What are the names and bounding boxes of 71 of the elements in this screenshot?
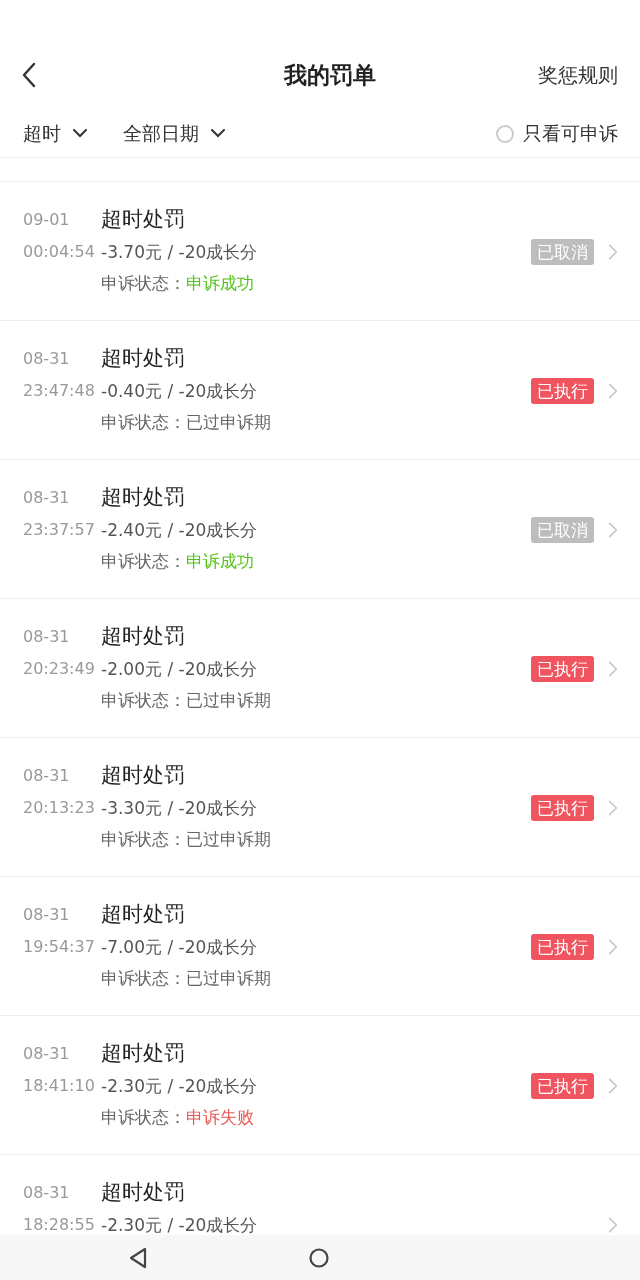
penalty-title: 超时处罚 [101,345,186,372]
rules-link[interactable]: 奖惩规则 [538,60,618,90]
status-badge: 已取消 [531,239,594,265]
page-title: 我的罚单 [282,60,377,90]
status-badge: 已取消 [531,517,594,543]
appeal-status: 申诉失败 [186,1106,254,1129]
status-badge: 已执行 [531,795,594,821]
penalty-time: 19:54:37 [23,936,96,958]
penalty-time: 18:28:55 [23,1214,96,1235]
penalty-time: 18:41:10 [23,1075,96,1097]
penalty-amount: -2.00元 / -20成长分 [101,658,259,681]
appeal-label: 申诉状态： [101,967,186,990]
chevron-right-icon [608,382,618,400]
penalty-date: 08-31 [23,487,71,509]
penalty-amount: -2.40元 / -20成长分 [101,519,259,542]
penalty-title: 超时处罚 [101,1179,186,1206]
penalty-title: 超时处罚 [101,1040,186,1067]
penalty-amount: -2.30元 / -20成长分 [101,1075,259,1098]
appeal-label: 申诉状态： [101,828,186,851]
chevron-down-icon [73,129,87,138]
chevron-right-icon [608,1077,618,1095]
chevron-right-icon [608,521,618,539]
penalty-amount: -0.40元 / -20成长分 [101,380,259,403]
filter-dropdown[interactable]: 全部日期 [123,119,225,148]
home-circle-icon[interactable] [309,1247,329,1268]
status-badge: 已执行 [531,934,594,960]
penalty-amount: -2.30元 / -20成长分 [101,1214,259,1235]
penalty-date: 08-31 [23,1043,71,1065]
chevron-right-icon [608,938,618,956]
penalty-title: 超时处罚 [101,762,186,789]
penalty-amount: -3.70元 / -20成长分 [101,241,259,264]
filter-dropdown[interactable]: 超时 [23,119,87,148]
appeal-status: 申诉成功 [186,272,254,295]
penalty-date: 09-01 [23,209,71,231]
penalty-amount: -3.30元 / -20成长分 [101,797,259,820]
appeal-status: 申诉成功 [186,550,254,573]
appeal-label: 申诉状态： [101,689,186,712]
penalty-date: 08-31 [23,1182,71,1204]
penalty-time: 00:04:54 [23,241,96,263]
penalty-time: 20:13:23 [23,797,96,819]
appeal-only-toggle[interactable]: 只看可申诉 [496,119,618,148]
appeal-status: 已过申诉期 [186,828,271,851]
penalty-date: 08-31 [23,765,71,787]
penalty-title: 超时处罚 [101,901,186,928]
appeal-label: 申诉状态： [101,550,186,573]
penalty-amount: -7.00元 / -20成长分 [101,936,259,959]
penalty-time: 23:47:48 [23,380,96,402]
chevron-down-icon [211,129,225,138]
penalty-date: 08-31 [23,348,71,370]
status-badge: 已执行 [531,1073,594,1099]
appeal-status: 已过申诉期 [186,411,271,434]
chevron-right-icon [608,243,618,261]
status-badge: 已执行 [531,378,594,404]
appeal-label: 申诉状态： [101,272,186,295]
penalty-date: 08-31 [23,626,71,648]
penalty-title: 超时处罚 [101,206,186,233]
back-icon [22,62,36,88]
chevron-right-icon [608,799,618,817]
penalty-time: 20:23:49 [23,658,96,680]
penalty-time: 23:37:57 [23,519,96,541]
penalty-date: 08-31 [23,904,71,926]
appeal-status: 已过申诉期 [186,689,271,712]
status-badge: 已执行 [531,656,594,682]
appeal-label: 申诉状态： [101,1106,186,1129]
penalty-title: 超时处罚 [101,484,186,511]
appeal-label: 申诉状态： [101,411,186,434]
chevron-right-icon [608,1216,618,1234]
appeal-status: 已过申诉期 [186,967,271,990]
penalty-title: 超时处罚 [101,623,186,650]
chevron-right-icon [608,660,618,678]
back-triangle-icon[interactable] [128,1246,148,1269]
